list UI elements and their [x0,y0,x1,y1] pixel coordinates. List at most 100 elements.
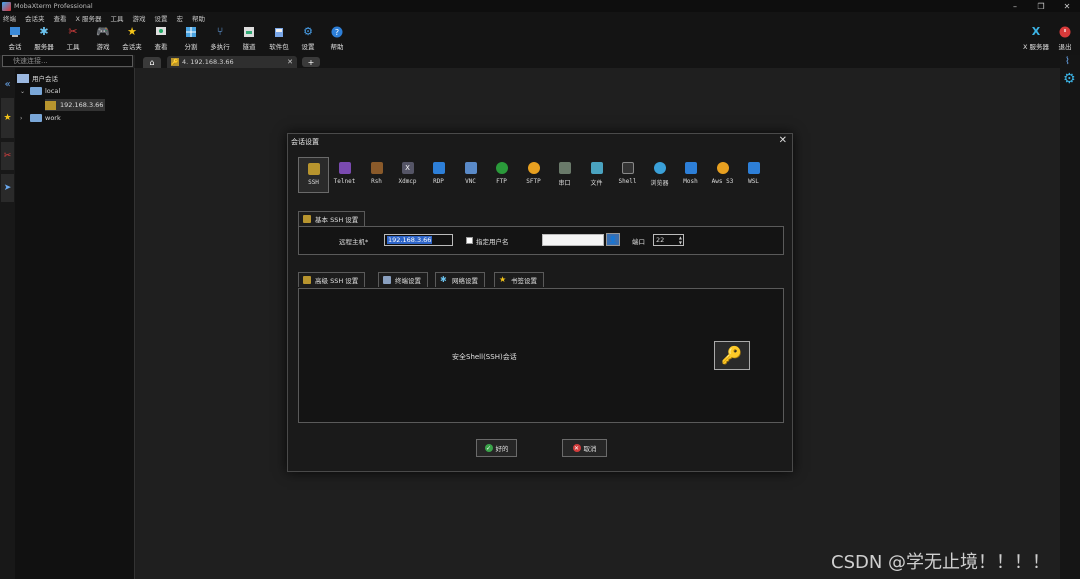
dialog-title: 会话设置 [291,138,319,146]
view-icon [154,25,168,39]
star-icon: ★ [499,275,507,284]
protocol-rdp[interactable]: RDP [423,157,454,193]
protocol-shell[interactable]: Shell [612,157,643,193]
packages-button[interactable]: 软件包 [264,25,294,53]
menu-games[interactable]: 游戏 [133,13,146,23]
send-icon: ➤ [3,183,12,193]
protocol-mosh[interactable]: Mosh [675,157,706,193]
protocol-vnc[interactable]: VNC [455,157,486,193]
games-button[interactable]: 🎮 游戏 [88,25,118,53]
tab-basic-ssh[interactable]: 基本 SSH 设置 [298,211,366,226]
servers-button[interactable]: ✱ 服务器 [29,25,59,53]
protocol-file[interactable]: 文件 [581,157,612,193]
tab-advanced-ssh[interactable]: 高级 SSH 设置 [298,272,366,287]
menu-terminal[interactable]: 终端 [3,13,16,23]
menu-help[interactable]: 帮助 [192,13,205,23]
app-icon [2,1,11,11]
ssh-icon [307,163,320,175]
tools-button[interactable]: ✂ 工具 [58,25,88,53]
close-icon[interactable]: ✕ [1054,0,1080,12]
tab-close-icon[interactable]: ✕ [287,58,293,66]
sftp-icon [527,162,540,174]
serial-icon [558,162,571,174]
sessions-side-tab[interactable]: ★ [1,98,14,138]
protocol-ftp[interactable]: FTP [486,157,517,193]
menu-xserver[interactable]: X 服务器 [76,13,102,23]
tree-root[interactable]: 用户会话 [17,72,58,84]
minimize-icon[interactable]: – [1002,0,1028,12]
tree-folder-local[interactable]: ⌄ local [20,85,60,97]
folder-icon [30,87,42,95]
star-icon: ★ [127,25,137,38]
tab-session[interactable]: 🔑 4. 192.168.3.66 ✕ [167,56,297,68]
paperclip-icon[interactable]: ⌇ [1065,56,1070,67]
view-button[interactable]: 查看 [146,25,176,53]
menu-view[interactable]: 查看 [54,13,67,23]
help-button[interactable]: ? 帮助 [322,25,352,53]
settings-button[interactable]: ⚙ 设置 [293,25,323,53]
home-tab[interactable]: ⌂ [143,57,161,68]
window-title: MobaXterm Professional [14,2,93,10]
cancel-icon: ✕ [572,444,581,452]
exit-button[interactable]: 退出 [1050,25,1080,53]
specify-username-checkbox[interactable] [466,237,473,244]
toolbar: 会话 ✱ 服务器 ✂ 工具 🎮 游戏 ★ 会话夹 查看 分割 ⑂ 多执行 隧道 … [0,23,1080,55]
xserver-button[interactable]: X X 服务器 [1021,25,1051,53]
shell-icon [621,162,634,174]
watermark: CSDN @学无止境！！！！ [831,552,1051,573]
macros-side-tab[interactable]: ➤ [1,174,14,202]
protocol-xdmcp[interactable]: X Xdmcp [392,157,423,193]
ssh-key-icon [303,215,311,223]
restore-icon[interactable]: ❐ [1028,0,1054,12]
remote-host-label: 远程主机* [339,238,369,246]
menu-macros[interactable]: 宏 [177,13,184,23]
rdp-icon [432,162,445,174]
sessions-button[interactable]: ★ 会话夹 [117,25,147,53]
port-input[interactable]: 22 ▲ ▼ [653,234,684,246]
wsl-icon [747,162,760,174]
protocol-telnet[interactable]: Telnet [329,157,360,193]
tunneling-button[interactable]: 隧道 [234,25,264,53]
remote-host-input[interactable]: 192.168.3.66 [384,234,453,246]
close-icon[interactable]: ✕ [779,135,787,146]
ok-button[interactable]: ✓ 好的 [476,439,517,457]
protocol-ssh[interactable]: SSH [298,157,329,193]
protocol-aws-s3[interactable]: Aws S3 [707,157,738,193]
home-icon: ⌂ [149,58,155,67]
protocol-wsl[interactable]: WSL [738,157,769,193]
protocol-rsh[interactable]: Rsh [361,157,392,193]
session-button[interactable]: 会话 [0,25,30,53]
tools-side-tab[interactable]: ✂ [1,142,14,170]
collapse-icon[interactable]: « [1,78,14,90]
browser-icon [653,162,666,174]
spinner-icon[interactable]: ▲ ▼ [679,235,682,245]
tab-bookmark-settings[interactable]: ★ 书签设置 [494,272,544,287]
menu-bar: 终端 会话夹 查看 X 服务器 工具 游戏 设置 宏 帮助 [0,12,1080,23]
new-tab-button[interactable]: + [302,57,320,67]
cancel-button[interactable]: ✕ 取消 [562,439,607,457]
user-manager-button[interactable]: 👤 [606,233,620,246]
terminal-icon [383,276,391,284]
split-button[interactable]: 分割 [176,25,206,53]
multiexec-button[interactable]: ⑂ 多执行 [205,25,235,53]
protocol-browser[interactable]: 浏览器 [644,157,675,193]
chevron-down-icon: ⌄ [20,87,26,95]
username-field[interactable] [542,234,604,246]
tab-network-settings[interactable]: ✱ 网络设置 [435,272,485,287]
port-label: 端口 [632,238,645,246]
tunnel-icon [242,25,256,39]
gear-icon[interactable]: ⚙ [1063,71,1076,87]
menu-settings[interactable]: 设置 [155,13,168,23]
menu-sessions[interactable]: 会话夹 [25,13,45,23]
quick-connect-input[interactable]: 快速连接... [2,55,133,67]
menu-tools[interactable]: 工具 [111,13,124,23]
tab-terminal-settings[interactable]: 终端设置 [378,272,428,287]
tree-folder-work[interactable]: › work [20,112,61,124]
protocol-sftp[interactable]: SFTP [518,157,549,193]
network-icon: ✱ [440,275,447,284]
protocol-serial[interactable]: 串口 [549,157,580,193]
tree-session-host[interactable]: 192.168.3.66 [45,99,106,111]
tab-session-label: 4. 192.168.3.66 [182,58,234,66]
advanced-panel: 安全Shell(SSH)会话 🔑 [298,288,784,423]
basic-settings-panel: 远程主机* 192.168.3.66 指定用户名 👤 端口 22 ▲ ▼ [298,226,784,255]
